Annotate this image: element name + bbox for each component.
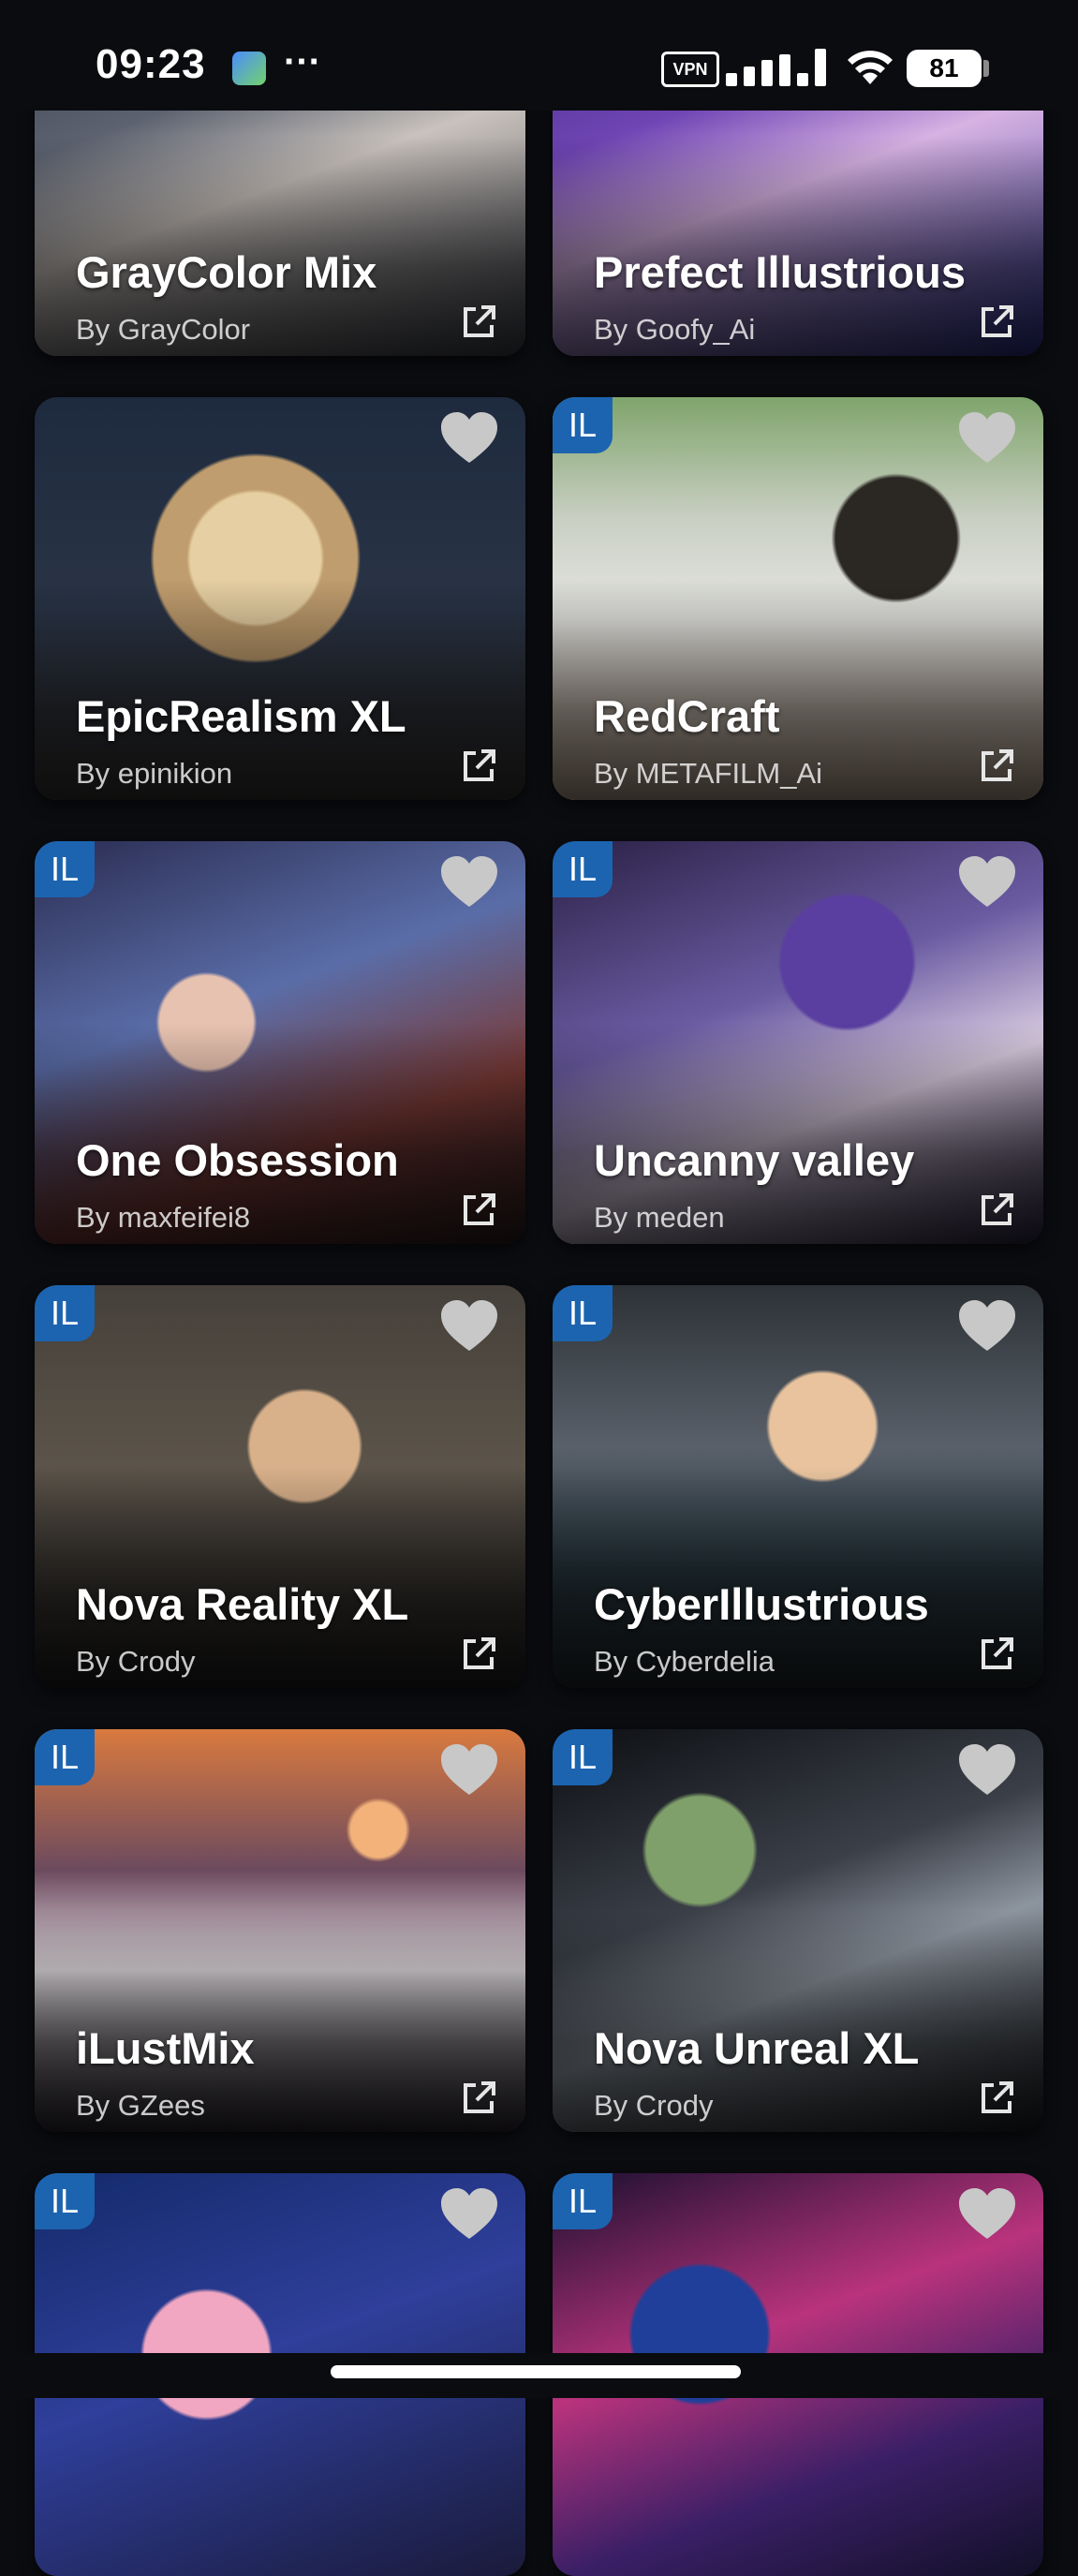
- wifi-icon: [848, 51, 893, 84]
- signal-icon: [726, 49, 826, 86]
- model-card-cyberillustrious[interactable]: IL CyberIllustrious By Cyberdelia: [553, 1285, 1043, 1688]
- heart-icon[interactable]: [439, 410, 499, 465]
- heart-icon[interactable]: [439, 1298, 499, 1353]
- home-indicator[interactable]: [331, 2365, 741, 2378]
- il-badge: IL: [35, 1729, 95, 1785]
- model-card-epicrealism-xl[interactable]: EpicRealism XL By epinikion: [35, 397, 525, 800]
- model-title: iLustMix: [76, 2023, 255, 2073]
- model-card-ilustmix[interactable]: IL iLustMix By GZees: [35, 1729, 525, 2132]
- il-badge: IL: [553, 841, 613, 897]
- model-card-nova-unreal-xl[interactable]: IL Nova Unreal XL By Crody: [553, 1729, 1043, 2132]
- il-badge: IL: [35, 1285, 95, 1341]
- model-title: RedCraft: [594, 691, 780, 741]
- model-author: By METAFILM_Ai: [594, 757, 823, 790]
- external-link-icon[interactable]: [978, 1192, 1015, 1229]
- model-author: By Crody: [594, 2089, 714, 2122]
- heart-icon[interactable]: [439, 2186, 499, 2241]
- vpn-icon: VPN: [661, 52, 719, 87]
- heart-icon[interactable]: [957, 2186, 1017, 2241]
- model-title: EpicRealism XL: [76, 691, 406, 741]
- model-author: By epinikion: [76, 757, 233, 790]
- model-card-one-obsession[interactable]: IL One Obsession By maxfeifei8: [35, 841, 525, 1244]
- model-author: By meden: [594, 1201, 725, 1234]
- model-title: Prefect Illustrious: [594, 247, 966, 297]
- battery-tip: [983, 60, 989, 77]
- external-link-icon[interactable]: [978, 1636, 1015, 1673]
- heart-icon[interactable]: [957, 410, 1017, 465]
- il-badge: IL: [553, 1729, 613, 1785]
- status-bar: 09:23 ··· VPN 81: [0, 0, 1078, 111]
- external-link-icon[interactable]: [978, 748, 1015, 785]
- external-link-icon[interactable]: [978, 303, 1015, 341]
- il-badge: IL: [553, 397, 613, 453]
- il-badge: IL: [35, 841, 95, 897]
- external-link-icon[interactable]: [460, 748, 497, 785]
- battery-icon: 81: [907, 50, 982, 87]
- model-card-redcraft[interactable]: IL RedCraft By METAFILM_Ai: [553, 397, 1043, 800]
- il-badge: IL: [35, 2173, 95, 2229]
- status-time: 09:23: [96, 41, 206, 87]
- model-card-nova-reality-xl[interactable]: IL Nova Reality XL By Crody: [35, 1285, 525, 1688]
- external-link-icon[interactable]: [460, 303, 497, 341]
- model-author: By GrayColor: [76, 313, 251, 346]
- external-link-icon[interactable]: [460, 1192, 497, 1229]
- gallery-app-icon: [232, 52, 266, 85]
- model-author: By maxfeifei8: [76, 1201, 251, 1234]
- model-grid: GrayColor Mix By GrayColor Prefect Illus…: [0, 0, 1078, 2576]
- more-notifications-icon: ···: [284, 41, 321, 82]
- model-author: By Cyberdelia: [594, 1645, 775, 1678]
- model-title: Nova Reality XL: [76, 1579, 409, 1629]
- model-title: CyberIllustrious: [594, 1579, 929, 1629]
- il-badge: IL: [553, 2173, 613, 2229]
- model-author: By Crody: [76, 1645, 196, 1678]
- heart-icon[interactable]: [957, 1298, 1017, 1353]
- heart-icon[interactable]: [957, 854, 1017, 909]
- heart-icon[interactable]: [957, 1742, 1017, 1797]
- external-link-icon[interactable]: [460, 2080, 497, 2117]
- model-title: One Obsession: [76, 1135, 399, 1185]
- model-author: By GZees: [76, 2089, 205, 2122]
- model-title: GrayColor Mix: [76, 247, 377, 297]
- heart-icon[interactable]: [439, 854, 499, 909]
- model-title: Nova Unreal XL: [594, 2023, 920, 2073]
- model-author: By Goofy_Ai: [594, 313, 756, 346]
- external-link-icon[interactable]: [978, 2080, 1015, 2117]
- heart-icon[interactable]: [439, 1742, 499, 1797]
- model-title: Uncanny valley: [594, 1135, 915, 1185]
- il-badge: IL: [553, 1285, 613, 1341]
- external-link-icon[interactable]: [460, 1636, 497, 1673]
- model-card-uncanny-valley[interactable]: IL Uncanny valley By meden: [553, 841, 1043, 1244]
